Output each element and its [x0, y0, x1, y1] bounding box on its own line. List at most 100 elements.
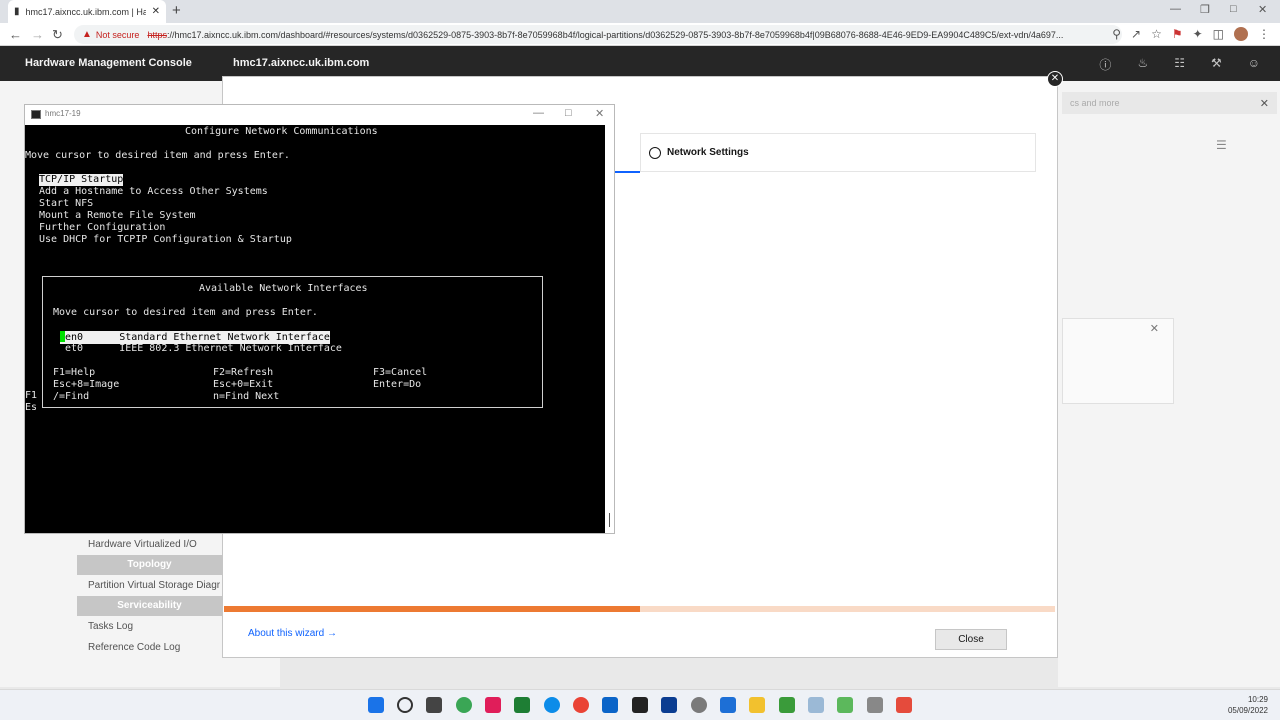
popup-title: Available Network Interfaces — [199, 283, 368, 294]
menu-item-use-dhcp[interactable]: Use DHCP for TCPIP Configuration & Start… — [39, 234, 292, 246]
slack-icon[interactable] — [485, 697, 501, 713]
forward-icon[interactable]: → — [31, 27, 44, 42]
settings-icon[interactable] — [691, 697, 707, 713]
panel-close-icon[interactable]: ✕ — [1150, 322, 1159, 335]
nav-item[interactable]: Tasks Log — [77, 616, 222, 637]
vnc-icon[interactable] — [661, 697, 677, 713]
terminal-window[interactable]: hmc17-19 — □ ✕ Configure Network Communi… — [24, 104, 615, 534]
maximize-icon[interactable]: □ — [1230, 3, 1237, 15]
nav-item[interactable]: Reference Code Log — [77, 637, 222, 658]
chrome-icon[interactable] — [573, 697, 589, 713]
key-f1-help: F1=Help — [53, 367, 96, 378]
menu-item-add-hostname[interactable]: Add a Hostname to Access Other Systems — [39, 186, 268, 198]
share-icon[interactable]: ↗ — [1131, 27, 1141, 41]
interface-desc: IEEE 802.3 Ethernet Network Interface — [119, 343, 342, 354]
menu-item-mount-remote-fs[interactable]: Mount a Remote File System — [39, 210, 196, 222]
extension-icon[interactable]: ⚑ — [1172, 27, 1183, 41]
tools-icon[interactable]: ⚒ — [1211, 56, 1222, 73]
terminal-scrollbar[interactable] — [605, 125, 614, 533]
left-navigation: Hardware Virtualized I/O Topology Partitio… — [77, 534, 222, 658]
new-tab-icon[interactable]: + — [172, 2, 181, 19]
browser-tab[interactable]: ▮ hmc17.aixncc.uk.ibm.com | Hardw ✕ — [8, 0, 166, 23]
restore-icon[interactable]: ❐ — [1200, 3, 1210, 16]
menu-item-tcpip-startup[interactable]: TCP/IP Startup — [39, 174, 124, 186]
menu-item-start-nfs[interactable]: Start NFS — [39, 198, 93, 210]
back-icon[interactable]: ← — [9, 27, 22, 42]
minimize-icon[interactable]: — — [1170, 3, 1181, 15]
menu-item-further-config[interactable]: Further Configuration — [39, 222, 165, 234]
reload-icon[interactable]: ↻ — [52, 27, 63, 43]
partial-key-f1: F1 — [25, 390, 38, 401]
profile-avatar[interactable] — [1234, 27, 1248, 41]
outlook-icon[interactable] — [602, 697, 618, 713]
close-button[interactable]: Close — [935, 629, 1007, 650]
sidepanel-icon[interactable]: ◫ — [1213, 27, 1224, 41]
extension-icons: ⚲ ↗ ☆ ⚑ ✦ ◫ ⋮ — [1112, 27, 1270, 41]
address-bar[interactable]: ▲ Not secure https://hmc17.aixncc.uk.ibm… — [74, 25, 1122, 44]
terminal-maximize-icon[interactable]: □ — [565, 107, 572, 119]
bookmark-star-icon[interactable]: ☆ — [1151, 27, 1162, 41]
tab-title: hmc17.aixncc.uk.ibm.com | Hardw — [25, 6, 146, 17]
zoom-icon[interactable]: ⚲ — [1112, 27, 1121, 41]
about-wizard-label: About this wizard — [248, 628, 325, 639]
step-network-settings[interactable]: Network Settings — [640, 133, 1036, 172]
ibm-favicon-icon: ▮ — [14, 6, 20, 17]
scrollbar-thumb[interactable] — [609, 513, 610, 527]
app-icon-2[interactable] — [514, 697, 530, 713]
key-esc8-image: Esc+8=Image — [53, 379, 120, 390]
step-radio-icon — [649, 146, 661, 159]
popup-instruction: Move cursor to desired item and press En… — [53, 307, 318, 318]
interfaces-popup: Available Network Interfaces Move cursor… — [42, 276, 543, 408]
tab-close-icon[interactable]: ✕ — [152, 6, 160, 17]
app-icon-4[interactable] — [808, 697, 824, 713]
clock-date: 05/09/2022 — [1227, 706, 1268, 715]
taskbar-clock[interactable]: 10:29 05/09/2022 — [1228, 694, 1268, 716]
app-icon-6[interactable] — [896, 697, 912, 713]
app-icon-5[interactable] — [837, 697, 853, 713]
terminal-close-icon[interactable]: ✕ — [595, 107, 604, 120]
task-view-icon[interactable] — [426, 697, 442, 713]
key-f2-refresh: F2=Refresh — [213, 367, 274, 378]
app-icon-3[interactable] — [720, 697, 736, 713]
window-close-icon[interactable]: ✕ — [1258, 3, 1267, 16]
host-name: hmc17.aixncc.uk.ibm.com — [233, 57, 370, 69]
user-icon[interactable]: ☺ — [1248, 56, 1260, 73]
nav-section-heading: Topology — [77, 555, 222, 575]
app-icon-1[interactable] — [456, 697, 472, 713]
about-wizard-link[interactable]: About this wizard → — [248, 628, 337, 639]
terminal-titlebar[interactable]: hmc17-19 — □ ✕ — [25, 105, 614, 125]
terminal-minimize-icon[interactable]: — — [533, 107, 544, 119]
help-icon[interactable]: ⓘ — [1099, 56, 1111, 73]
nav-section-heading: Serviceability — [77, 596, 222, 616]
tasks-icon[interactable]: ☷ — [1174, 56, 1185, 73]
nav-item[interactable]: Hardware Virtualized I/O — [77, 534, 222, 555]
terminal-screen[interactable]: Configure Network Communications Move cu… — [25, 125, 605, 533]
not-secure-label[interactable]: Not secure — [96, 30, 140, 40]
notifications-icon[interactable]: ♨ — [1137, 56, 1148, 73]
terminal-title: hmc17-19 — [45, 109, 81, 118]
edge-icon[interactable] — [544, 697, 560, 713]
background-banner: cs and more ✕ — [1062, 92, 1277, 114]
search-icon[interactable] — [397, 697, 413, 713]
puzzle-icon[interactable]: ✦ — [1193, 27, 1203, 41]
arrow-right-icon: → — [326, 628, 337, 639]
banner-close-icon[interactable]: ✕ — [1260, 97, 1269, 110]
interface-row-et0[interactable]: et0 IEEE 802.3 Ethernet Network Interfac… — [65, 343, 342, 355]
url-scheme: https — [147, 29, 167, 40]
browser-tabstrip: ▮ hmc17.aixncc.uk.ibm.com | Hardw ✕ + — … — [0, 0, 1280, 23]
wizard-close-icon[interactable]: ✕ — [1047, 71, 1063, 87]
file-explorer-icon[interactable] — [749, 697, 765, 713]
notepad-icon[interactable] — [779, 697, 795, 713]
browser-menu-icon[interactable]: ⋮ — [1258, 27, 1270, 41]
key-find: /=Find — [53, 391, 90, 402]
wizard-progress-fill — [224, 606, 640, 612]
calculator-icon[interactable] — [867, 697, 883, 713]
warning-icon: ▲ — [82, 29, 92, 40]
list-menu-icon[interactable]: ☰ — [1216, 138, 1227, 152]
nav-item[interactable]: Partition Virtual Storage Diagr — [77, 575, 222, 596]
windows-start-icon[interactable] — [368, 697, 384, 713]
terminal-icon[interactable] — [632, 697, 648, 713]
background-panel: ✕ — [1062, 318, 1174, 404]
interface-name: et0 — [65, 343, 84, 354]
previous-step-indicator — [612, 171, 640, 173]
